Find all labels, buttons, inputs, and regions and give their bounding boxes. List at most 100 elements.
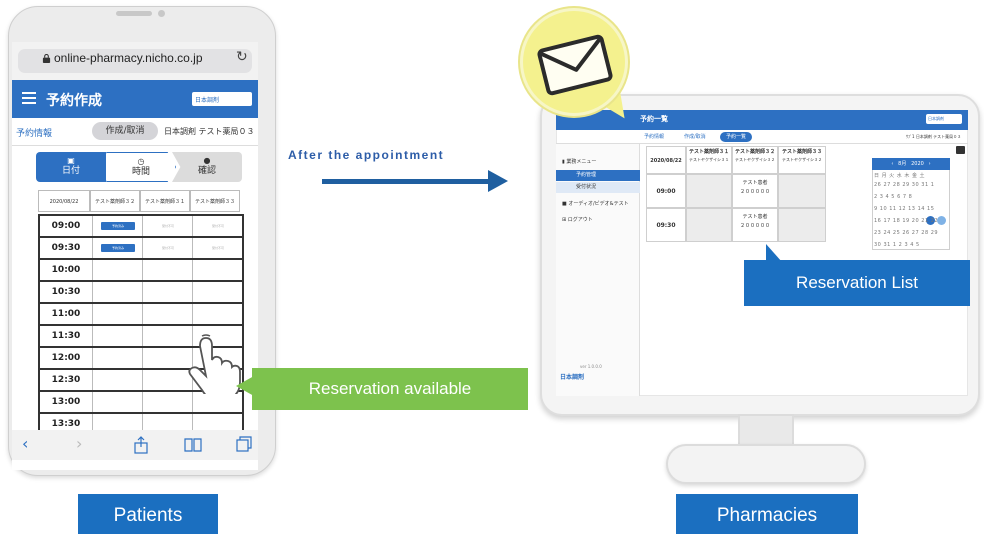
subnav-create-cancel[interactable]: 作成/取消 <box>684 133 706 140</box>
slot-time: 13:00 <box>51 397 81 407</box>
calendar-week[interactable]: 2 3 4 5 6 7 8 <box>874 194 948 200</box>
reserve-slot-button[interactable]: 予約可能 <box>101 376 135 384</box>
reserve-slot-button[interactable]: 予約可能 <box>101 420 135 428</box>
reserve-slot-button[interactable]: 予約可能 <box>151 398 185 406</box>
reserve-slot-button[interactable]: 予約可能 <box>101 332 135 340</box>
reservation-entry-0930[interactable]: テスト患者 ２０００００ <box>732 208 778 242</box>
calendar-week[interactable]: 26 27 28 29 30 31 1 <box>874 182 948 188</box>
reserve-slot-button[interactable]: 予約可能 <box>201 310 235 318</box>
table-cell <box>686 208 732 242</box>
time-slot-row: 10:30 予約可能 予約可能 予約可能 <box>38 280 244 302</box>
step-time[interactable]: ◷ 時間 <box>106 152 176 182</box>
sidebar-item-av-test[interactable]: ■ オーディオ/ビデオ&テスト <box>562 200 629 207</box>
phone-screen: online-pharmacy.nicho.co.jp ↻ 予約作成 日本調剤 … <box>12 42 258 470</box>
tabs-icon[interactable] <box>236 436 252 452</box>
grid-date-header: 2020/08/22 <box>38 190 90 212</box>
time-slot-row: 10:00 予約可能 予約可能 予約可能 <box>38 258 244 280</box>
calendar-week[interactable]: 16 17 18 19 20 21 22 <box>874 218 948 224</box>
reserve-slot-button[interactable]: 予約可能 <box>151 354 185 362</box>
slot-time: 11:30 <box>51 331 81 341</box>
share-icon[interactable] <box>134 436 148 454</box>
forward-icon[interactable]: › <box>76 434 82 453</box>
hamburger-menu-icon[interactable] <box>22 92 36 104</box>
slot-cell: 予約可能 <box>192 282 242 302</box>
reserve-slot-button[interactable]: 予約可能 <box>151 266 185 274</box>
grid-pharmacist-header: テスト薬剤師３１ <box>140 190 190 212</box>
version-text: ver 1.0.0.0 <box>580 364 602 369</box>
calendar-week[interactable]: 9 10 11 12 13 14 15 <box>874 206 948 212</box>
sidebar-item-reservation-manage[interactable]: 予約管理 <box>556 170 640 181</box>
reserve-slot-button[interactable]: 予約可能 <box>101 398 135 406</box>
bookmarks-icon[interactable] <box>184 438 202 452</box>
reserve-slot-button[interactable]: 予約可能 <box>201 398 235 406</box>
reserve-slot-button[interactable]: 予約可能 <box>101 354 135 362</box>
slot-cell: 予約可能 <box>142 282 192 302</box>
sidebar-item-logout[interactable]: ⊞ ログアウト <box>562 216 593 223</box>
tab-create-cancel[interactable]: 作成/取消 <box>92 122 158 140</box>
slot-cell: 予約可能 <box>142 392 192 412</box>
unavailable-slot-label: 受付不可 <box>161 224 174 228</box>
monitor-stand-base <box>666 444 866 484</box>
time-slot-row: 09:30 予約済み 受付不可 受付不可 <box>38 236 244 258</box>
slot-cell: 受付不可 <box>192 238 242 258</box>
reserve-slot-button[interactable]: 予約可能 <box>101 266 135 274</box>
reserve-slot-button[interactable]: 予約可能 <box>201 288 235 296</box>
slot-cell: 受付不可 <box>192 216 242 236</box>
nihon-chouzai-logo: 日本調剤 <box>192 92 252 106</box>
sidebar-item-reception-status[interactable]: 受付状況 <box>556 182 640 193</box>
table-cell <box>778 174 826 208</box>
monitor-stand-neck <box>738 414 794 448</box>
unavailable-slot-label: 受付不可 <box>211 246 224 250</box>
reserve-slot-button[interactable]: 予約可能 <box>101 288 135 296</box>
slot-time: 09:30 <box>51 243 81 253</box>
sidebar-item-business-menu[interactable]: ▮ 業務メニュー <box>562 158 596 165</box>
step-confirm[interactable]: ● 確認 <box>172 152 242 182</box>
flow-arrow-shaft <box>322 179 490 184</box>
reserve-slot-button[interactable]: 予約可能 <box>151 420 185 428</box>
unavailable-slot-label: 受付不可 <box>211 224 224 228</box>
reserve-slot-button[interactable]: 予約可能 <box>151 288 185 296</box>
slot-cell: 予約可能 <box>92 260 142 280</box>
calendar-week[interactable]: 23 24 25 26 27 28 29 <box>874 230 948 236</box>
calendar-week[interactable]: 30 31 1 2 3 4 5 <box>874 242 948 248</box>
slot-cell: 予約可能 <box>192 260 242 280</box>
calendar-icon: ▣ <box>67 156 75 165</box>
reserve-slot-button[interactable]: 予約可能 <box>101 310 135 318</box>
print-icon[interactable] <box>956 146 965 154</box>
slot-cell: 予約可能 <box>142 304 192 324</box>
after-appointment-label: After the appointment <box>288 148 445 162</box>
slot-time: 09:00 <box>51 221 81 231</box>
subnav-reservation-info[interactable]: 予約情報 <box>644 133 664 140</box>
calendar-weekdays: 日 月 火 水 木 金 土 <box>874 173 926 179</box>
reserve-slot-button[interactable]: 予約可能 <box>201 266 235 274</box>
nihon-chouzai-logo: 日本調剤 <box>926 114 962 124</box>
slot-cell: 予約可能 <box>92 370 142 390</box>
reserve-slot-button[interactable]: 予約可能 <box>151 332 185 340</box>
slot-cell: 受付不可 <box>142 216 192 236</box>
reserve-slot-button[interactable]: 予約可能 <box>201 420 235 428</box>
subnav-reservation-list[interactable]: 予約一覧 <box>720 132 752 142</box>
page-title: 予約作成 <box>46 93 102 109</box>
slot-cell: 予約可能 <box>92 282 142 302</box>
step-indicator: ▣ 日付 ◷ 時間 ● 確認 <box>36 152 242 182</box>
unavailable-slot-label: 受付不可 <box>161 246 174 250</box>
reservation-entry-0900[interactable]: テスト患者 ２０００００ <box>732 174 778 208</box>
slot-time: 11:00 <box>51 309 81 319</box>
flow-arrow-head <box>488 170 508 192</box>
slot-cell: 予約可能 <box>142 326 192 346</box>
sidebar-logo: 日本調剤 <box>560 374 585 381</box>
back-icon[interactable]: ‹ <box>22 434 28 453</box>
slot-cell: 予約済み <box>92 216 142 236</box>
grid-pharmacist-header: テスト薬剤師３２ <box>90 190 140 212</box>
reload-icon[interactable]: ↻ <box>236 49 248 65</box>
slot-cell: 予約可能 <box>92 392 142 412</box>
tab-reservation-info[interactable]: 予約情報 <box>16 126 52 139</box>
slot-cell: 予約可能 <box>142 348 192 368</box>
step-date[interactable]: ▣ 日付 <box>36 152 106 182</box>
url-text: online-pharmacy.nicho.co.jp <box>54 51 203 65</box>
table-col-header-33: テスト薬剤師３３ テストヤクザイシ３２ <box>778 146 826 174</box>
reserve-slot-button[interactable]: 予約可能 <box>151 310 185 318</box>
check-icon: ● <box>203 156 211 165</box>
reserve-slot-button[interactable]: 予約可能 <box>151 376 185 384</box>
calendar-header: ‹ 8月 2020 › <box>872 158 950 170</box>
